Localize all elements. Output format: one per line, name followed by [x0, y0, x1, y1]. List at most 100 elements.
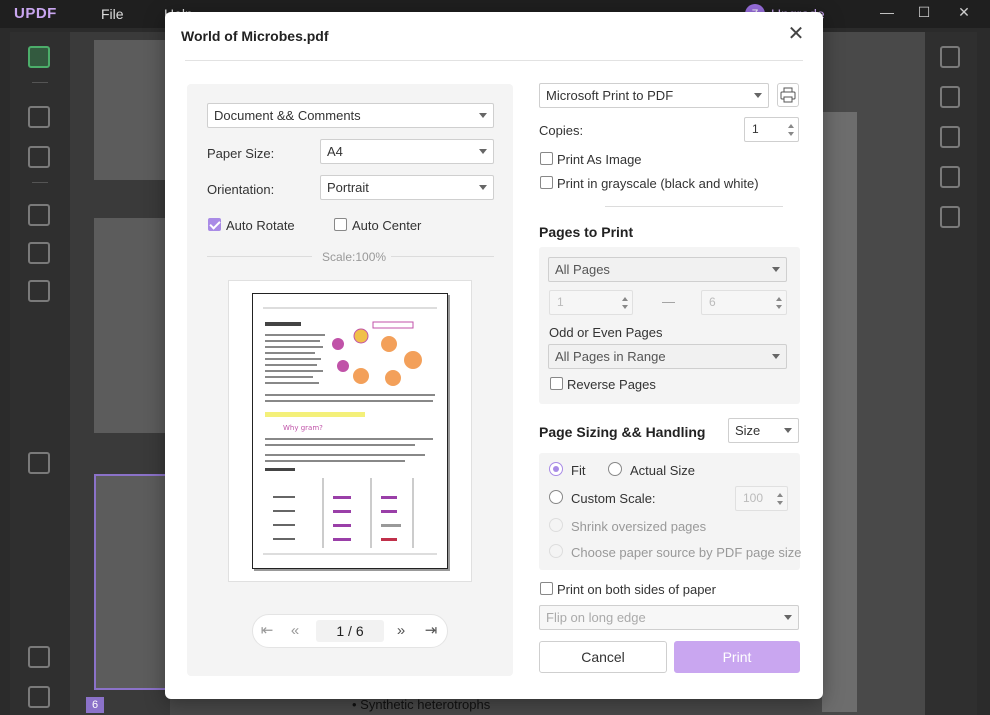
- page-content-graphic: Why gram?: [263, 307, 437, 555]
- window-close-button[interactable]: ✕: [954, 4, 974, 21]
- grayscale-label: Print in grayscale (black and white): [557, 176, 759, 191]
- actual-size-label: Actual Size: [630, 463, 696, 478]
- paper-size-select[interactable]: A4: [320, 139, 494, 164]
- printer-glyph: [780, 87, 796, 103]
- toolbar-divider: [32, 182, 48, 183]
- reader-icon[interactable]: [28, 46, 50, 68]
- previous-page-icon[interactable]: «: [287, 623, 303, 639]
- increment-icon[interactable]: [777, 493, 783, 497]
- page-from-input[interactable]: 1: [549, 290, 633, 315]
- pages-to-print-group: All Pages 1 — 6 Odd or Even Pages All Pa…: [539, 247, 800, 404]
- paper-source-radio[interactable]: [549, 544, 563, 558]
- sizing-mode-select[interactable]: Size: [728, 418, 799, 443]
- increment-icon[interactable]: [776, 297, 782, 301]
- chevron-down-icon: [479, 113, 487, 118]
- preview-page-image: Why gram?: [252, 293, 448, 569]
- orientation-value: Portrait: [327, 180, 369, 195]
- fit-radio[interactable]: [549, 462, 563, 476]
- flip-select[interactable]: Flip on long edge: [539, 605, 799, 630]
- shrink-radio[interactable]: [549, 518, 563, 532]
- page-number-input[interactable]: 1 / 6: [316, 620, 384, 642]
- auto-center-label: Auto Center: [352, 218, 422, 233]
- chevron-down-icon: [479, 185, 487, 190]
- page-preview: Why gram?: [228, 280, 472, 582]
- auto-rotate-checkbox[interactable]: [208, 218, 221, 231]
- total-pages: 6: [355, 623, 364, 639]
- both-sides-checkbox[interactable]: [540, 582, 553, 595]
- odd-even-select[interactable]: All Pages in Range: [548, 344, 787, 369]
- page-navigator: ⇤ « 1 / 6 » ⇥: [252, 614, 448, 648]
- document-page: [822, 112, 857, 712]
- copies-value: 1: [752, 122, 759, 136]
- comment-icon[interactable]: [28, 106, 50, 128]
- print-content-value: Document && Comments: [214, 108, 361, 123]
- auto-center-checkbox[interactable]: [334, 218, 347, 231]
- odd-even-label: Odd or Even Pages: [549, 325, 663, 340]
- copies-stepper[interactable]: 1: [744, 117, 799, 142]
- convert-icon[interactable]: [940, 46, 960, 68]
- first-page-icon[interactable]: ⇤: [259, 623, 275, 639]
- printer-icon[interactable]: [777, 83, 799, 107]
- chevron-down-icon: [784, 428, 792, 433]
- paper-source-label: Choose paper source by PDF page size: [571, 545, 802, 560]
- mail-icon[interactable]: [940, 166, 960, 188]
- paper-size-label: Paper Size:: [207, 146, 275, 161]
- current-page: 1: [336, 623, 345, 639]
- custom-scale-radio[interactable]: [549, 490, 563, 504]
- gift-icon[interactable]: [28, 452, 50, 474]
- left-toolbar: [10, 32, 70, 715]
- custom-scale-value: 100: [743, 491, 764, 505]
- edit-icon[interactable]: [28, 146, 50, 168]
- decrement-icon[interactable]: [788, 132, 794, 136]
- scale-label: Scale:100%: [322, 250, 387, 264]
- crop-icon[interactable]: [28, 242, 50, 264]
- actual-size-radio[interactable]: [608, 462, 622, 476]
- pdfa-icon[interactable]: [940, 86, 960, 108]
- orientation-select[interactable]: Portrait: [320, 175, 494, 200]
- reverse-pages-checkbox[interactable]: [550, 377, 563, 390]
- page-sizing-heading: Page Sizing && Handling: [539, 424, 706, 440]
- custom-scale-input[interactable]: 100: [735, 486, 788, 511]
- chevron-down-icon: [772, 354, 780, 359]
- cancel-button[interactable]: Cancel: [539, 641, 667, 673]
- minimize-button[interactable]: —: [877, 4, 897, 20]
- dialog-title: World of Microbes.pdf: [181, 28, 329, 44]
- last-page-icon[interactable]: ⇥: [423, 623, 439, 639]
- page-thumbnail[interactable]: [94, 40, 170, 180]
- increment-icon[interactable]: [622, 297, 628, 301]
- page-range-value: All Pages: [555, 262, 610, 277]
- page-thumbnail-selected[interactable]: [94, 474, 170, 690]
- grayscale-checkbox[interactable]: [540, 176, 553, 189]
- print-content-select[interactable]: Document && Comments: [207, 103, 494, 128]
- page-sizing-group: Fit Actual Size Custom Scale: 100 Shrink…: [539, 453, 802, 570]
- flip-value: Flip on long edge: [546, 610, 646, 625]
- layers-icon[interactable]: [28, 646, 50, 668]
- print-as-image-label: Print As Image: [557, 152, 642, 167]
- scale-divider-right: [391, 256, 494, 257]
- decrement-icon[interactable]: [622, 305, 628, 309]
- bookmark-icon[interactable]: [28, 686, 50, 708]
- protect-icon[interactable]: [940, 126, 960, 148]
- page-to-input[interactable]: 6: [701, 290, 787, 315]
- increment-icon[interactable]: [788, 124, 794, 128]
- forms-icon[interactable]: [28, 280, 50, 302]
- menu-file[interactable]: File: [101, 6, 124, 22]
- orientation-label: Orientation:: [207, 182, 275, 197]
- maximize-button[interactable]: ☐: [914, 4, 934, 21]
- page-range-select[interactable]: All Pages: [548, 257, 787, 282]
- decrement-icon[interactable]: [776, 305, 782, 309]
- page-thumbnail[interactable]: [94, 218, 170, 433]
- print-button[interactable]: Print: [674, 641, 800, 673]
- printer-select[interactable]: Microsoft Print to PDF: [539, 83, 769, 108]
- chevron-down-icon: [784, 615, 792, 620]
- print-as-image-checkbox[interactable]: [540, 152, 553, 165]
- decrement-icon[interactable]: [777, 501, 783, 505]
- next-page-icon[interactable]: »: [393, 623, 409, 639]
- close-icon[interactable]: ✕: [785, 23, 807, 45]
- organize-icon[interactable]: [28, 204, 50, 226]
- title-divider: [185, 60, 803, 61]
- section-divider: [605, 206, 783, 207]
- sizing-mode-value: Size: [735, 423, 761, 438]
- ocr-icon[interactable]: [940, 206, 960, 228]
- print-dialog: World of Microbes.pdf ✕ Document && Comm…: [165, 12, 823, 699]
